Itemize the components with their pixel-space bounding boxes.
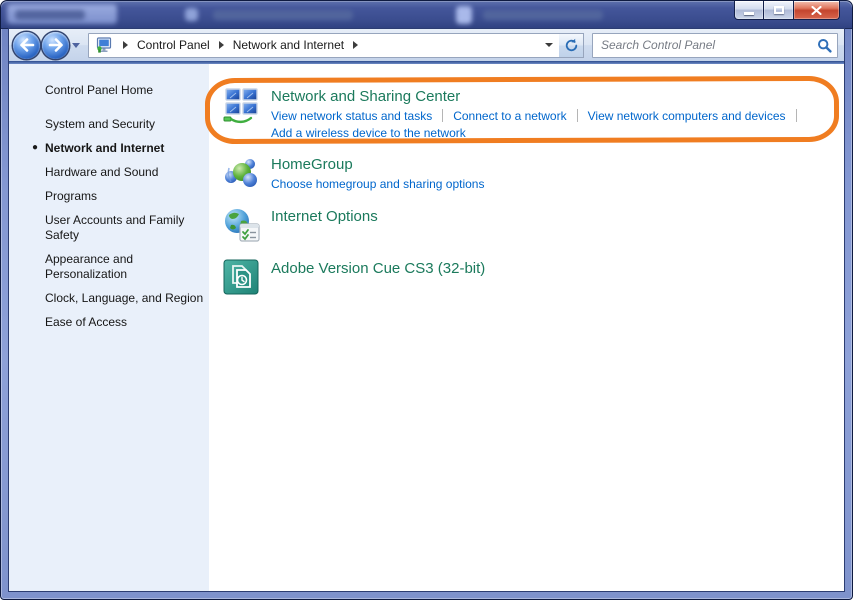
sidebar: Control Panel Home System and Security ●… — [9, 64, 209, 591]
recent-pages-chevron-icon[interactable] — [72, 42, 80, 48]
active-item-bullet: ● — [32, 142, 39, 153]
category-title-network-sharing-center[interactable]: Network and Sharing Center — [271, 88, 460, 106]
link-add-wireless-device[interactable]: Add a wireless device to the network — [271, 126, 466, 140]
link-separator — [576, 109, 578, 122]
search-input[interactable] — [595, 35, 815, 55]
category-homegroup: HomeGroup Choose homegroup and sharing o… — [223, 155, 844, 193]
category-adobe-version-cue: Adobe Version Cue CS3 (32-bit) — [223, 259, 844, 297]
link-choose-homegroup-options[interactable]: Choose homegroup and sharing options — [271, 177, 484, 191]
window-content: Control Panel Network and Internet Searc… — [9, 29, 844, 591]
back-arrow-icon — [19, 38, 34, 52]
sidebar-item-clock-language-region[interactable]: Clock, Language, and Region — [45, 291, 205, 306]
nav-history-buttons — [13, 31, 80, 59]
control-panel-window: Control Panel Network and Internet Searc… — [0, 0, 853, 600]
sidebar-item-user-accounts[interactable]: User Accounts and Family Safety — [45, 213, 205, 243]
blurred-text — [213, 10, 353, 20]
sidebar-item-label: Network and Internet — [45, 141, 165, 155]
titlebar[interactable] — [1, 1, 852, 29]
breadcrumb-arrow-icon — [218, 41, 224, 49]
sidebar-item-label: Hardware and Sound — [45, 165, 159, 179]
refresh-icon — [565, 38, 577, 51]
navigation-bar: Control Panel Network and Internet — [9, 29, 844, 61]
titlebar-blurred-tabs — [1, 1, 852, 29]
sidebar-item-appearance[interactable]: Appearance and Personalization — [45, 252, 205, 282]
sidebar-item-programs[interactable]: Programs — [45, 189, 205, 204]
blurred-text — [15, 10, 85, 20]
sidebar-item-network-and-internet[interactable]: ● Network and Internet — [32, 141, 205, 156]
category-internet-options: Internet Options — [223, 207, 844, 245]
refresh-button[interactable] — [559, 32, 584, 58]
body-area: Control Panel Home System and Security ●… — [9, 64, 844, 591]
sidebar-item-system-and-security[interactable]: System and Security — [45, 117, 205, 132]
sidebar-item-ease-of-access[interactable]: Ease of Access — [45, 315, 205, 330]
search-icon — [817, 38, 832, 53]
sidebar-item-label: Appearance and Personalization — [45, 252, 134, 281]
sidebar-item-label: Programs — [45, 189, 98, 203]
blurred-icon — [185, 8, 198, 21]
breadcrumb-control-panel[interactable]: Control Panel — [135, 35, 212, 55]
back-button[interactable] — [13, 31, 40, 59]
category-task-links: View network status and tasks Connect to … — [271, 109, 807, 141]
forward-arrow-icon — [48, 38, 63, 52]
link-view-network-computers[interactable]: View network computers and devices — [588, 109, 786, 123]
category-title-adobe-version-cue[interactable]: Adobe Version Cue CS3 (32-bit) — [271, 260, 485, 278]
link-connect-to-network[interactable]: Connect to a network — [453, 109, 566, 123]
search-button[interactable] — [815, 36, 833, 54]
forward-button[interactable] — [42, 31, 69, 59]
address-dropdown-button[interactable] — [541, 35, 557, 56]
link-separator — [442, 109, 444, 122]
sidebar-item-label: Clock, Language, and Region — [45, 291, 204, 305]
breadcrumb-arrow-icon — [123, 41, 128, 49]
sidebar-item-label: System and Security — [45, 117, 156, 131]
breadcrumb-network-and-internet[interactable]: Network and Internet — [231, 35, 346, 55]
adobe-icon[interactable] — [223, 259, 261, 297]
category-title-homegroup[interactable]: HomeGroup — [271, 156, 353, 174]
sidebar-item-label: User Accounts and Family Safety — [45, 213, 185, 242]
sidebar-item-hardware-and-sound[interactable]: Hardware and Sound — [45, 165, 205, 180]
blurred-text — [483, 10, 603, 20]
network-icon[interactable] — [223, 87, 261, 125]
breadcrumb-arrow-icon — [353, 41, 359, 49]
homegroup-icon[interactable] — [223, 155, 261, 193]
main-content: Network and Sharing Center View network … — [204, 64, 844, 591]
internet-options-icon[interactable] — [223, 207, 261, 245]
category-title-internet-options[interactable]: Internet Options — [271, 208, 378, 226]
close-icon — [811, 5, 822, 15]
search-box — [592, 32, 838, 58]
sidebar-item-label: Ease of Access — [45, 315, 128, 329]
category-network-and-sharing-center: Network and Sharing Center View network … — [223, 87, 844, 141]
link-separator — [795, 109, 797, 122]
chevron-down-icon — [545, 43, 553, 47]
sidebar-item-control-panel-home[interactable]: Control Panel Home — [45, 83, 205, 97]
minimize-button[interactable] — [734, 1, 764, 20]
maximize-button[interactable] — [764, 1, 794, 20]
minimize-icon — [744, 12, 754, 15]
window-controls — [734, 1, 840, 20]
control-panel-location-icon — [96, 37, 112, 53]
maximize-icon — [773, 6, 784, 14]
close-button[interactable] — [794, 1, 840, 20]
address-bar[interactable]: Control Panel Network and Internet — [88, 32, 560, 58]
link-view-network-status[interactable]: View network status and tasks — [271, 109, 432, 123]
category-task-links: Choose homegroup and sharing options — [271, 177, 484, 192]
blurred-tab — [456, 6, 472, 24]
